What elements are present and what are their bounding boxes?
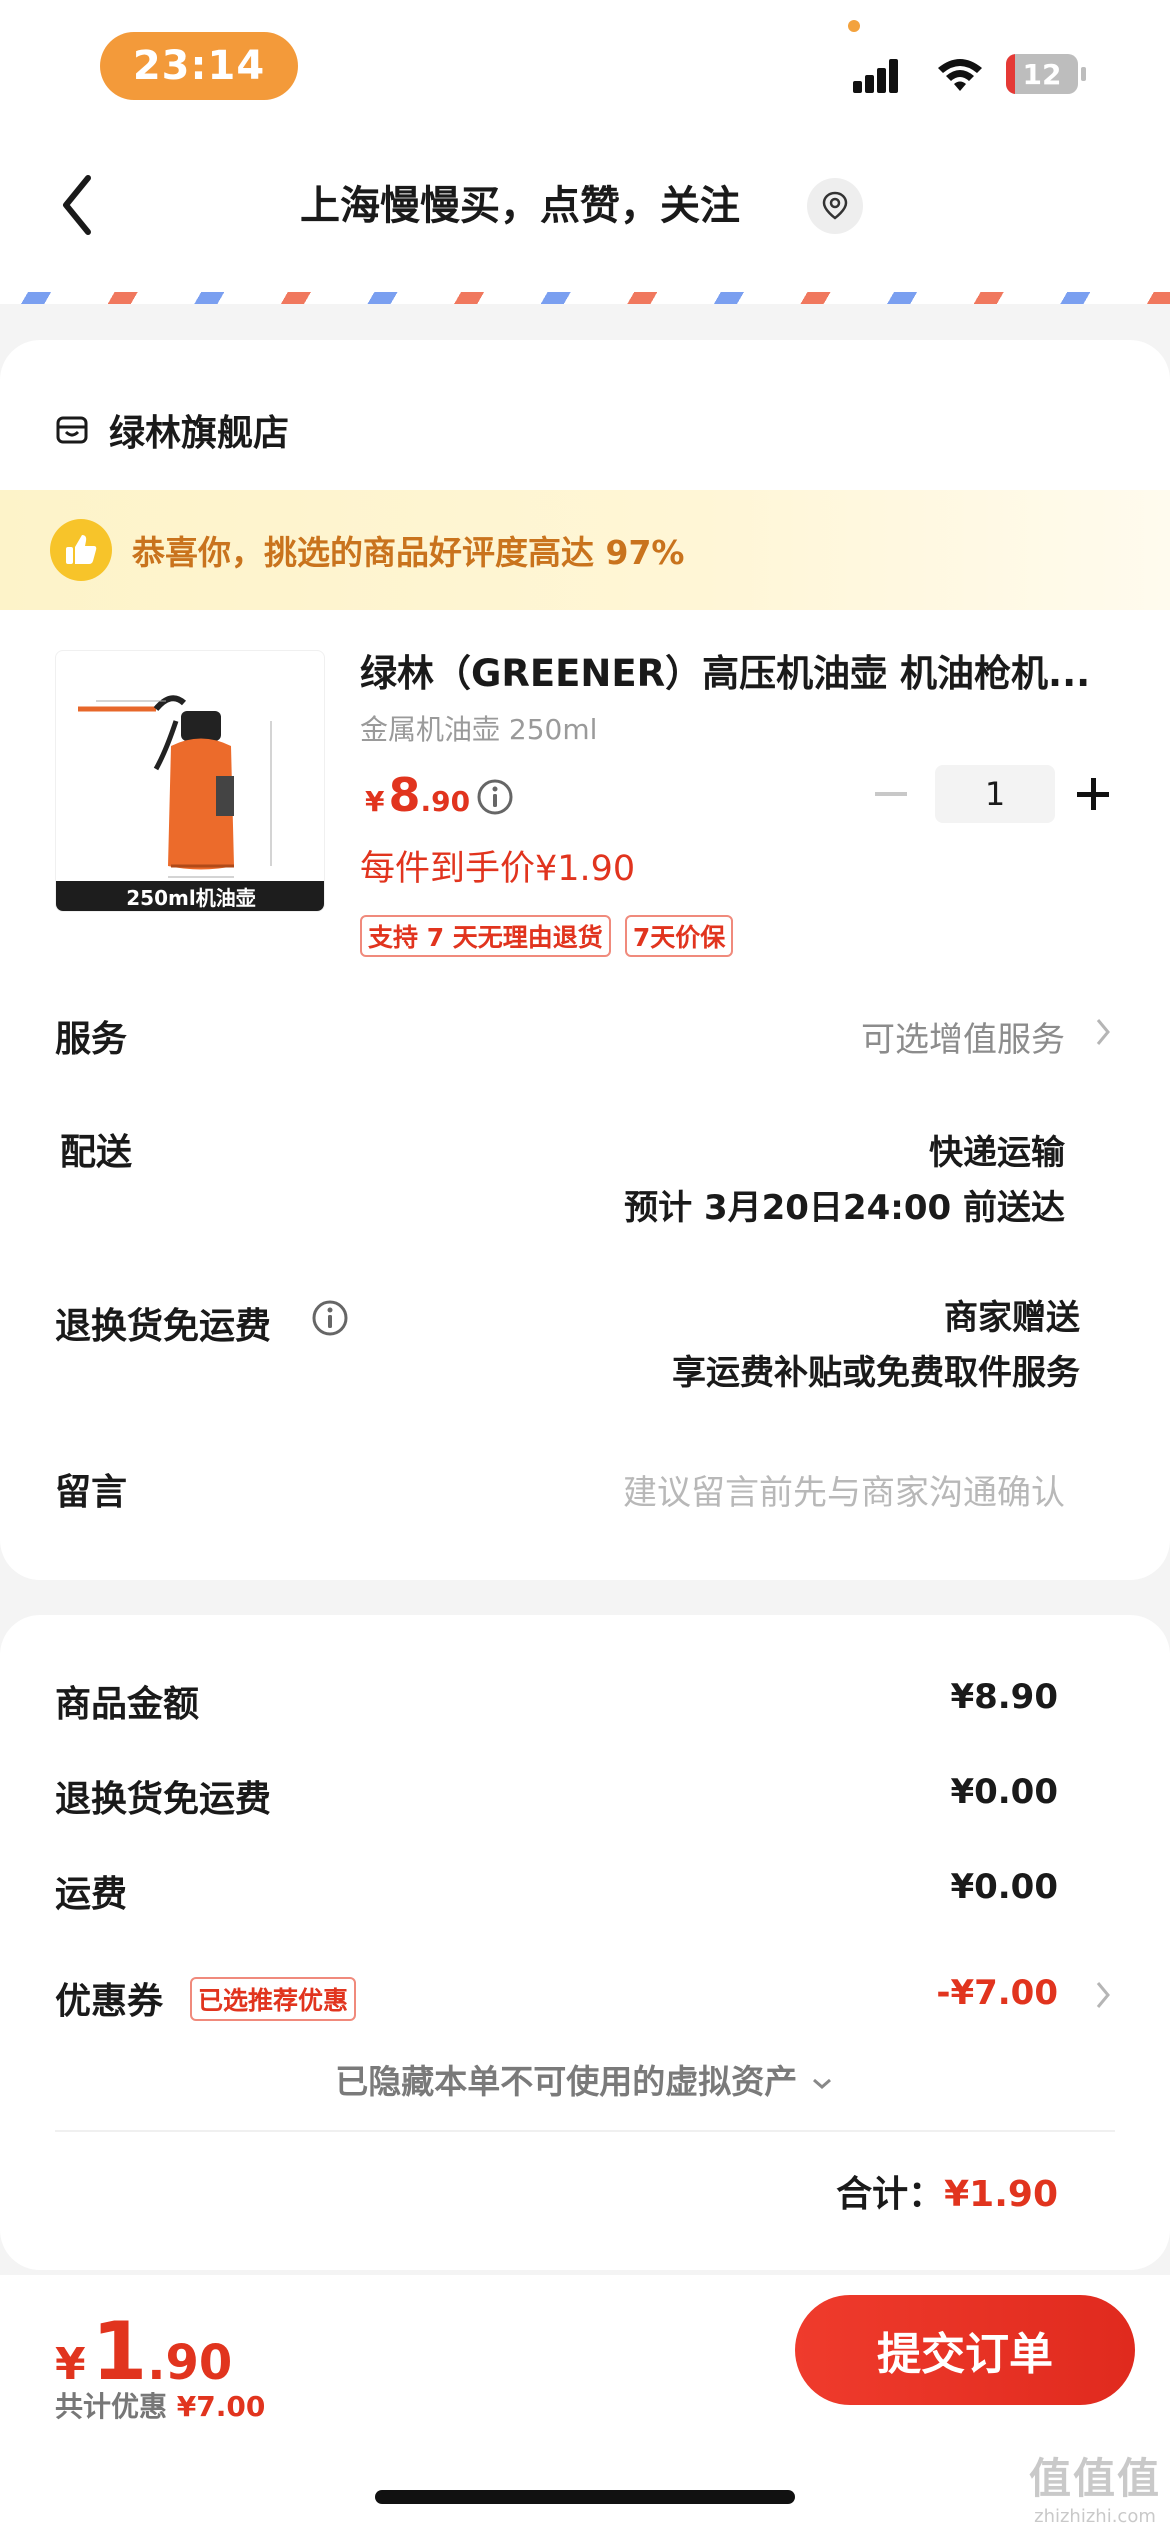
airmail-border [0,292,1170,304]
checkout-price-symbol: ¥ [55,2339,86,2390]
rating-banner-text: 恭喜你，挑选的商品好评度高达 97% [132,533,685,572]
thumbs-up-icon [50,519,112,581]
service-label: 服务 [55,1019,128,1060]
product-image-caption: 250ml机油壶 [56,881,324,911]
delivery-eta: 预计 3月20日24:00 前送达 [624,1188,1065,1228]
store-row[interactable]: 绿林旗舰店 [55,400,289,460]
page-title: 上海慢慢买，点赞，关注 [300,183,740,229]
wifi-icon [938,59,982,91]
service-chevron-icon[interactable] [1093,1015,1113,1049]
coupon-chevron-icon[interactable] [1093,1978,1113,2012]
cellular-signal-icon [853,59,898,93]
price-decimal: .90 [420,785,471,818]
location-pin-icon [822,191,848,220]
freight-label: 运费 [55,1874,128,1915]
message-label: 留言 [55,1472,128,1513]
summary-card: 商品金额 ¥8.90 退换货免运费 ¥0.00 运费 ¥0.00 优惠券 已选推… [0,1615,1170,2270]
return-fee-value: ¥0.00 [950,1772,1058,1812]
service-value[interactable]: 可选增值服务 [861,1012,1065,1061]
total-label: 合计： [836,2174,945,2215]
coupon-badge: 已选推荐优惠 [190,1977,357,2021]
hidden-assets-toggle[interactable]: 已隐藏本单不可使用的虚拟资产 [0,2055,1170,2103]
quantity-decrease-button[interactable] [875,792,907,796]
total-value: ¥1.90 [944,2174,1058,2215]
total-discount-label: 共计优惠 [55,2390,168,2423]
unit-price: 每件到手价¥1.90 [360,849,636,889]
coupon-value[interactable]: -¥7.00 [936,1973,1058,2013]
rating-banner: 恭喜你，挑选的商品好评度高达 97% [0,490,1170,610]
tag-price-protect: 7天价保 [624,915,734,957]
summary-divider [55,2130,1115,2132]
top-area: 23:14 12 上海慢慢买，点赞，关注 [0,0,1170,304]
watermark-logo: 值值值 [1028,2454,1161,2503]
quantity-field[interactable]: 1 [935,765,1055,823]
return-shipping-info-icon[interactable] [310,1298,350,1338]
product-title[interactable]: 绿林（GREENER）高压机油壶 机油枪机... [360,648,1120,700]
store-icon [56,416,88,444]
watermark-url: zhizhizhi.com [1034,2506,1156,2527]
battery-level: 12 [1022,57,1062,91]
checkout-bar: ¥ 1 .90 共计优惠 ¥7.00 提交订单 值值值 zhizhizhi.co… [0,2275,1170,2532]
product-image[interactable]: 250ml机油壶 [55,650,325,912]
delivery-label: 配送 [60,1132,133,1173]
freight-value: ¥0.00 [950,1867,1058,1907]
status-time: 23:14 [100,32,298,100]
message-input[interactable]: 建议留言前先与商家沟通确认 [623,1465,1065,1514]
chevron-down-icon [812,2078,831,2089]
submit-order-button[interactable]: 提交订单 [795,2295,1135,2405]
oil-can-image [78,695,272,878]
total-discount: 共计优惠 ¥7.00 [55,2385,265,2425]
order-card: 绿林旗舰店 恭喜你，挑选的商品好评度高达 97% 250ml机油壶 绿林（GRE… [0,340,1170,1580]
location-button[interactable] [807,178,863,234]
price-info-icon[interactable] [475,777,515,817]
quantity-increase-button[interactable] [1075,776,1111,812]
price-integer: 8 [388,768,421,822]
watermark: 值值值 zhizhizhi.com [1020,2445,1170,2527]
total-discount-value: ¥7.00 [176,2390,266,2423]
product-spec: 金属机油壶 250ml [360,713,598,746]
checkout-price-decimal: .90 [147,2335,233,2391]
battery-icon: 12 [1006,54,1086,94]
goods-amount-label: 商品金额 [55,1684,200,1725]
tag-return-policy: 支持 7 天无理由退货 [360,915,611,957]
privacy-indicator-dot [848,20,860,32]
return-shipping-value: 商家赠送 [944,1298,1080,1338]
total-row: 合计： ¥1.90 [836,2165,1058,2217]
return-shipping-label: 退换货免运费 [55,1306,272,1347]
product-price: ¥ 8 .90 [365,768,470,822]
return-fee-label: 退换货免运费 [55,1779,272,1820]
hidden-assets-text: 已隐藏本单不可使用的虚拟资产 [335,2062,798,2101]
product-tags: 支持 7 天无理由退货 7天价保 [360,915,747,957]
back-arrow-icon[interactable] [50,170,110,240]
return-shipping-sub: 享运费补贴或免费取件服务 [672,1353,1080,1393]
home-indicator[interactable] [375,2490,795,2504]
price-symbol: ¥ [365,785,385,818]
goods-amount-value: ¥8.90 [950,1677,1058,1717]
coupon-label: 优惠券 [55,1981,164,2022]
delivery-value[interactable]: 快递运输 [929,1125,1065,1174]
store-name: 绿林旗舰店 [109,413,290,454]
